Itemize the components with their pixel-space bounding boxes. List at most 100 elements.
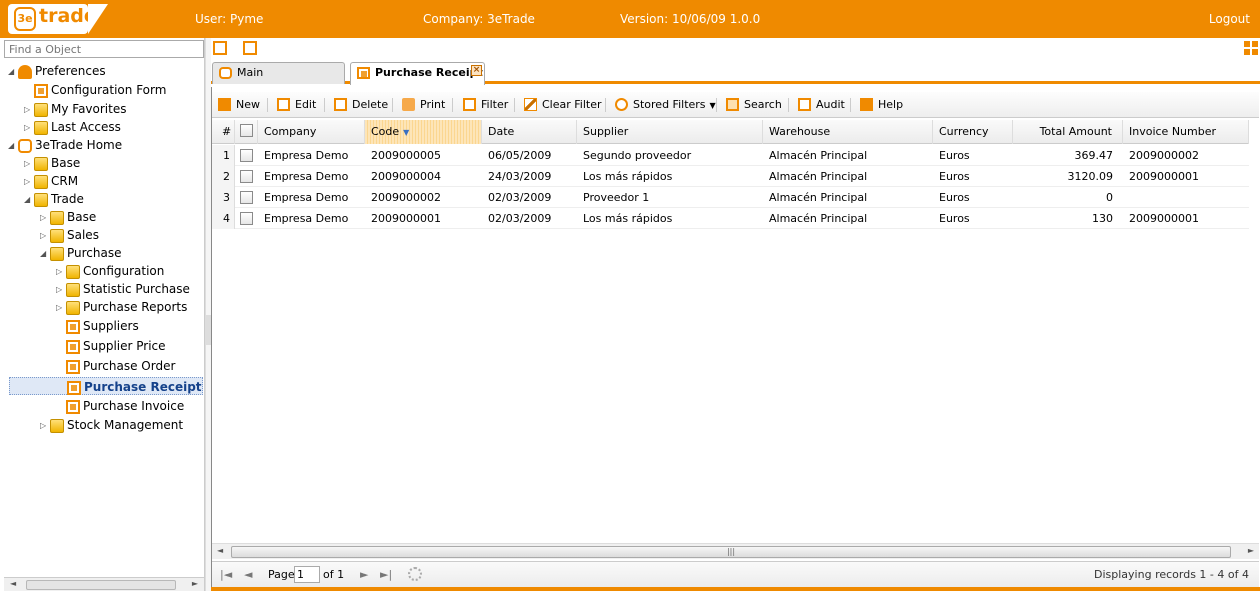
refresh-icon[interactable]	[408, 567, 422, 581]
list-view-icon[interactable]	[243, 41, 257, 55]
filter-button[interactable]: Filter	[463, 97, 508, 113]
column-header-code[interactable]: Code ▼	[365, 120, 482, 144]
collapse-icon[interactable]: ◢	[8, 137, 18, 155]
first-page-icon[interactable]: |◄	[220, 568, 232, 582]
table-row[interactable]: 1 Empresa Demo 2009000005 06/05/2009 Segundo…	[212, 145, 1249, 166]
form-icon	[66, 359, 80, 374]
column-header-date[interactable]: Date	[482, 120, 577, 144]
row-checkbox[interactable]	[240, 170, 253, 183]
page-number-input[interactable]: 1	[294, 566, 320, 583]
tree-node-configuration-form[interactable]: Configuration Form	[24, 81, 166, 99]
edit-button[interactable]: Edit	[277, 97, 316, 113]
delete-button[interactable]: Delete	[334, 97, 388, 113]
folder-icon	[34, 192, 48, 207]
tree-node-configuration[interactable]: ▷ Configuration	[56, 262, 164, 280]
column-header-company[interactable]: Company	[258, 120, 365, 144]
tree-node-purchase-invoice[interactable]: Purchase Invoice	[56, 397, 184, 415]
help-button[interactable]: Help	[860, 97, 903, 113]
expand-icon[interactable]: ▷	[24, 173, 34, 191]
tree-node-label: 3eTrade Home	[35, 138, 123, 152]
toolbar-separator	[605, 98, 606, 112]
tree-view-icon[interactable]	[213, 41, 227, 55]
tree-node-preferences[interactable]: ◢ Preferences	[8, 62, 106, 80]
close-tab-icon[interactable]: ×	[471, 65, 482, 76]
expand-icon[interactable]: ▷	[56, 263, 66, 281]
expand-icon[interactable]: ▷	[40, 209, 50, 227]
tree-node-statistic-purchase[interactable]: ▷ Statistic Purchase	[56, 280, 190, 298]
column-header-currency[interactable]: Currency	[933, 120, 1013, 144]
tree-node-purchase-reports[interactable]: ▷ Purchase Reports	[56, 298, 187, 316]
table-row[interactable]: 4 Empresa Demo 2009000001 02/03/2009 Los más…	[212, 208, 1249, 229]
expand-icon[interactable]: ▷	[56, 281, 66, 299]
table-row[interactable]: 2 Empresa Demo 2009000004 24/03/2009 Los más…	[212, 166, 1249, 187]
new-button[interactable]: New	[218, 97, 260, 113]
scrollbar-thumb[interactable]	[26, 580, 176, 590]
audit-button[interactable]: Audit	[798, 97, 845, 113]
row-checkbox[interactable]	[240, 149, 253, 162]
prev-page-icon[interactable]: ◄	[244, 568, 252, 582]
search-button[interactable]: Search	[726, 97, 782, 113]
tab-main[interactable]: Main	[212, 62, 345, 84]
select-all-checkbox[interactable]	[240, 124, 253, 137]
plus-icon	[218, 98, 231, 111]
toolbar-separator	[452, 98, 453, 112]
cell-company: Empresa Demo	[264, 212, 349, 225]
table-row[interactable]: 3 Empresa Demo 2009000002 02/03/2009 Proveed…	[212, 187, 1249, 208]
tree-node-crm[interactable]: ▷ CRM	[24, 172, 78, 190]
stored-filters-button[interactable]: Stored Filters ▼	[615, 97, 716, 113]
tree-node-trade[interactable]: ◢ Trade	[24, 190, 84, 208]
scroll-right-icon[interactable]: ►	[192, 579, 198, 588]
tree-node-last-access[interactable]: ▷ Last Access	[24, 118, 121, 136]
column-header-supplier[interactable]: Supplier	[577, 120, 763, 144]
expand-icon[interactable]: ▷	[56, 299, 66, 317]
tree-node-stock-management[interactable]: ▷ Stock Management	[40, 416, 183, 434]
grid-scrollbar-thumb[interactable]: |||	[231, 546, 1231, 558]
collapse-icon[interactable]: ◢	[8, 63, 18, 81]
logout-link[interactable]: Logout	[1209, 12, 1250, 26]
folder-icon	[50, 228, 64, 243]
tree-node-supplier-price[interactable]: Supplier Price	[56, 337, 166, 355]
expand-icon[interactable]: ▷	[24, 101, 34, 119]
tree-node-3etrade-home[interactable]: ◢ 3eTrade Home	[8, 136, 122, 154]
grid-horizontal-scrollbar[interactable]: ◄ ||| ►	[212, 543, 1259, 559]
tree-node-trade-base[interactable]: ▷ Base	[40, 208, 96, 226]
top-tool-strip	[211, 38, 1260, 60]
row-checkbox[interactable]	[240, 191, 253, 204]
folder-icon	[34, 120, 48, 135]
next-page-icon[interactable]: ►	[360, 568, 368, 582]
collapse-icon[interactable]: ◢	[24, 191, 34, 209]
clear-filter-button[interactable]: Clear Filter	[524, 97, 602, 113]
tab-purchase-receipt[interactable]: Purchase Receipt ×	[350, 62, 485, 85]
expand-icon[interactable]	[1244, 41, 1258, 55]
expand-icon[interactable]: ▷	[24, 155, 34, 173]
tree-node-purchase-order[interactable]: Purchase Order	[56, 357, 175, 375]
scroll-left-icon[interactable]: ◄	[217, 546, 223, 555]
scroll-right-icon[interactable]: ►	[1248, 546, 1254, 555]
expand-icon[interactable]: ▷	[40, 417, 50, 435]
row-number: 1	[212, 145, 235, 166]
tree-node-sales[interactable]: ▷ Sales	[40, 226, 99, 244]
column-header-warehouse[interactable]: Warehouse	[763, 120, 933, 144]
print-label: Print	[420, 98, 446, 111]
expand-icon[interactable]: ▷	[40, 227, 50, 245]
last-page-icon[interactable]: ►|	[380, 568, 392, 582]
row-checkbox[interactable]	[240, 212, 253, 225]
folder-icon	[34, 174, 48, 189]
column-header-total-amount[interactable]: Total Amount	[1013, 120, 1123, 144]
collapse-icon[interactable]: ◢	[40, 245, 50, 263]
print-button[interactable]: Print	[402, 97, 445, 113]
tree-node-suppliers[interactable]: Suppliers	[56, 317, 139, 335]
cell-supplier: Los más rápidos	[583, 212, 673, 225]
column-header-invoice-number[interactable]: Invoice Number	[1123, 120, 1249, 144]
tree-node-my-favorites[interactable]: ▷ My Favorites	[24, 100, 126, 118]
expand-icon[interactable]: ▷	[24, 119, 34, 137]
dropdown-arrow-icon: ▼	[709, 101, 716, 110]
folder-icon	[34, 102, 48, 117]
tree-node-base[interactable]: ▷ Base	[24, 154, 80, 172]
nav-horizontal-scrollbar[interactable]: ◄ ►	[4, 577, 204, 591]
scroll-left-icon[interactable]: ◄	[10, 579, 16, 588]
tree-node-purchase-receipt[interactable]: Purchase Receipt	[9, 377, 203, 395]
clear-filter-label: Clear Filter	[542, 98, 602, 111]
tree-node-purchase[interactable]: ◢ Purchase	[40, 244, 122, 262]
find-object-input[interactable]	[4, 40, 204, 58]
